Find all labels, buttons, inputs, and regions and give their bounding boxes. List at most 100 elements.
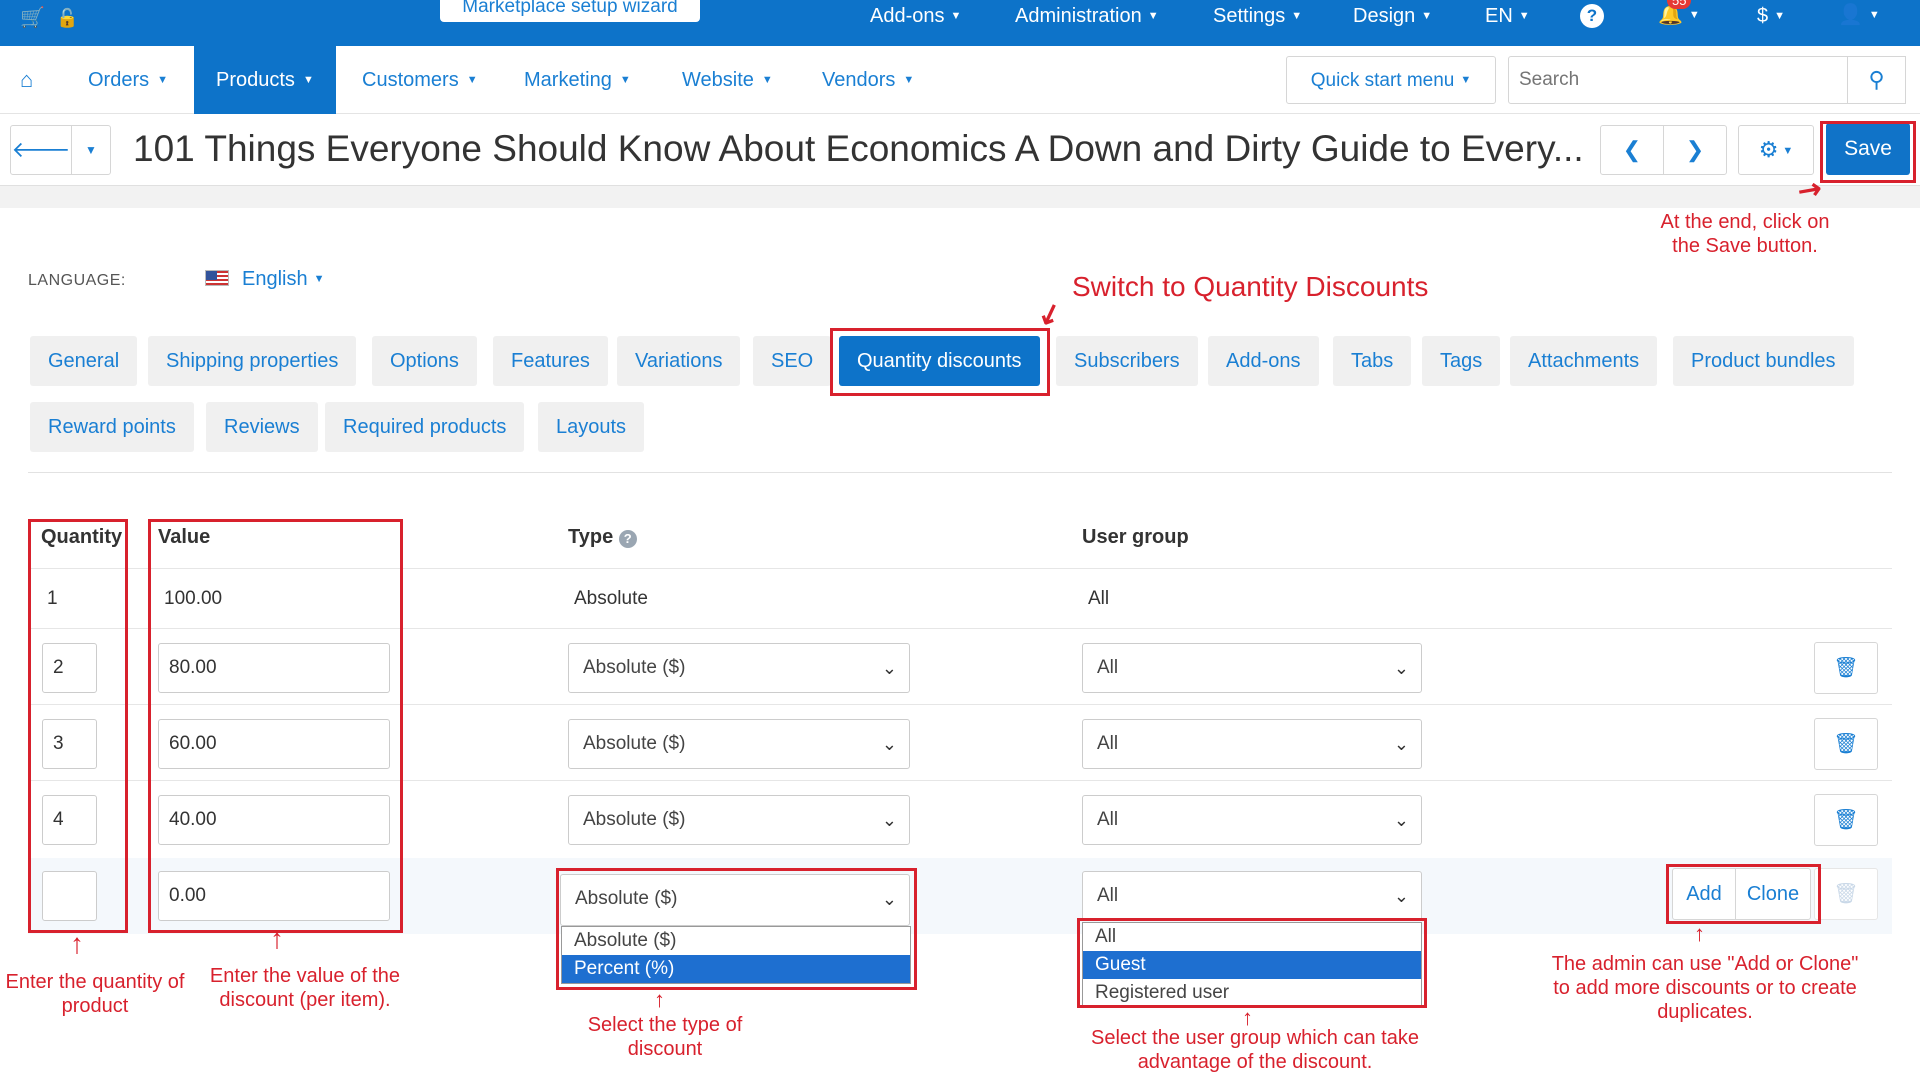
caret-down-icon: ▼ (903, 74, 915, 86)
tab-subscribers[interactable]: Subscribers (1056, 336, 1198, 386)
addons-menu[interactable]: Add-ons ▼ (870, 6, 961, 26)
chevron-down-icon: ⌄ (1393, 810, 1409, 830)
design-menu[interactable]: Design ▼ (1353, 6, 1432, 26)
tab-features[interactable]: Features (493, 336, 608, 386)
tab-attachments[interactable]: Attachments (1510, 336, 1658, 386)
nav-website[interactable]: Website ▼ (660, 46, 795, 114)
tab-tabs[interactable]: Tabs (1333, 336, 1412, 386)
type-header: Type ? (568, 526, 637, 549)
tab-highlight-box (830, 328, 1050, 396)
cart-icon[interactable]: 🛒 (20, 8, 45, 28)
arrow-icon: ↙ (1033, 294, 1066, 333)
home-icon[interactable]: ⌂ (20, 46, 44, 114)
lock-icon[interactable]: 🔓 (56, 8, 78, 28)
user-icon[interactable]: 👤 ▼ (1838, 5, 1880, 25)
user-group-select[interactable]: All ⌄ (1082, 795, 1422, 845)
arrow-icon: ↑ (1694, 921, 1705, 946)
tabs-divider (28, 472, 1892, 473)
add-clone-annotation: The admin can use "Add or Clone" to add … (1551, 953, 1859, 1023)
trash-icon[interactable]: 🗑 (1814, 794, 1878, 846)
tab-add-ons[interactable]: Add-ons (1208, 336, 1319, 386)
main-navigation: ⌂ Orders ▼ Products ▼ Customers ▼ Marketing… (0, 46, 1920, 114)
user-group-select-value: All (1097, 657, 1119, 678)
tab-layouts[interactable]: Layouts (538, 402, 645, 452)
language-menu[interactable]: EN ▼ (1485, 6, 1530, 26)
arrow-icon: ↑ (70, 928, 84, 959)
tab-seo[interactable]: SEO (753, 336, 832, 386)
chevron-down-icon: ⌄ (1393, 658, 1409, 678)
quantity-annotation: Enter the quantity of product (5, 971, 185, 1017)
back-arrow-icon[interactable]: 🡐 (10, 125, 72, 175)
trash-icon: 🗑 (1814, 868, 1878, 920)
tab-options[interactable]: Options (372, 336, 477, 386)
tab-required-products[interactable]: Required products (325, 402, 525, 452)
language-selector[interactable]: English ▼ (242, 268, 325, 291)
next-product-icon[interactable]: ❯ (1663, 125, 1727, 175)
value-column-highlight-box (148, 519, 403, 933)
gear-icon[interactable]: ⚙ ▼ (1738, 125, 1814, 175)
caret-down-icon: ▼ (761, 74, 773, 86)
prev-product-icon[interactable]: ❮ (1600, 125, 1664, 175)
tab-general[interactable]: General (30, 336, 138, 386)
tab-product-bundles[interactable]: Product bundles (1673, 336, 1854, 386)
chevron-down-icon: ⌄ (1393, 886, 1409, 906)
search-icon[interactable]: ⚲ (1848, 56, 1906, 104)
caret-down-icon: ▼ (1868, 9, 1880, 21)
base-type: Absolute (574, 588, 648, 609)
administration-menu[interactable]: Administration ▼ (1015, 6, 1159, 26)
arrow-icon: ↑ (654, 987, 665, 1012)
tab-reward-points[interactable]: Reward points (30, 402, 194, 452)
caret-down-icon: ▼ (313, 273, 325, 285)
tab-variations[interactable]: Variations (617, 336, 741, 386)
language-menu-label: EN (1485, 5, 1513, 27)
user-group-select-value: All (1097, 733, 1119, 754)
base-user-group: All (1088, 588, 1110, 609)
language-value: English (242, 268, 308, 290)
save-highlight-box (1820, 121, 1916, 183)
user-group-select-value: All (1097, 809, 1119, 830)
caret-down-icon: ▼ (1460, 74, 1472, 86)
caret-down-icon: ▼ (619, 74, 631, 86)
caret-down-icon: ▼ (1147, 10, 1159, 22)
type-select[interactable]: Absolute ($) ⌄ (568, 795, 910, 845)
caret-down-icon: ▼ (1688, 9, 1700, 21)
chevron-down-icon[interactable]: ▼ (71, 125, 111, 175)
page-title: 101 Things Everyone Should Know About Ec… (133, 128, 1584, 169)
addons-menu-label: Add-ons (870, 5, 945, 27)
settings-menu-label: Settings (1213, 5, 1286, 27)
user-group-header: User group (1082, 526, 1189, 548)
help-icon[interactable]: ? (1580, 4, 1604, 28)
quick-start-menu-button[interactable]: Quick start menu ▼ (1286, 56, 1496, 104)
type-select[interactable]: Absolute ($) ⌄ (568, 719, 910, 769)
type-select[interactable]: Absolute ($) ⌄ (568, 643, 910, 693)
tab-reviews[interactable]: Reviews (206, 402, 318, 452)
caret-down-icon: ▼ (1774, 10, 1786, 22)
help-icon[interactable]: ? (618, 530, 637, 548)
type-annotation: Select the type of discount (587, 1014, 743, 1060)
nav-vendors[interactable]: Vendors ▼ (800, 46, 936, 114)
tab-shipping-properties[interactable]: Shipping properties (148, 336, 357, 386)
trash-icon[interactable]: 🗑 (1814, 642, 1878, 694)
nav-customers[interactable]: Customers ▼ (340, 46, 500, 114)
user-group-select[interactable]: All ⌄ (1082, 719, 1422, 769)
currency-menu[interactable]: $ ▼ (1757, 6, 1785, 26)
user-group-annotation: Select the user group which can take adv… (1091, 1027, 1419, 1073)
nav-orders[interactable]: Orders ▼ (66, 46, 190, 114)
nav-orders-label: Orders (88, 69, 150, 91)
type-header-label: Type (568, 526, 614, 548)
add-clone-highlight-box (1666, 864, 1821, 924)
nav-marketing-label: Marketing (524, 69, 612, 91)
language-label: LANGUAGE: (28, 272, 126, 289)
user-group-select[interactable]: All ⌄ (1082, 643, 1422, 693)
search-input[interactable] (1508, 56, 1848, 104)
tab-tags[interactable]: Tags (1422, 336, 1501, 386)
trash-icon[interactable]: 🗑 (1814, 718, 1878, 770)
type-select-value: Absolute ($) (583, 733, 686, 754)
settings-menu[interactable]: Settings ▼ (1213, 6, 1302, 26)
new-user-group-select[interactable]: All ⌄ (1082, 871, 1422, 921)
save-annotation: At the end, click on the Save button. (1660, 211, 1830, 257)
nav-marketing[interactable]: Marketing ▼ (502, 46, 653, 114)
nav-products[interactable]: Products ▼ (194, 46, 336, 114)
chevron-down-icon: ⌄ (881, 810, 897, 830)
marketplace-setup-wizard-button[interactable]: Marketplace setup wizard (440, 0, 700, 22)
